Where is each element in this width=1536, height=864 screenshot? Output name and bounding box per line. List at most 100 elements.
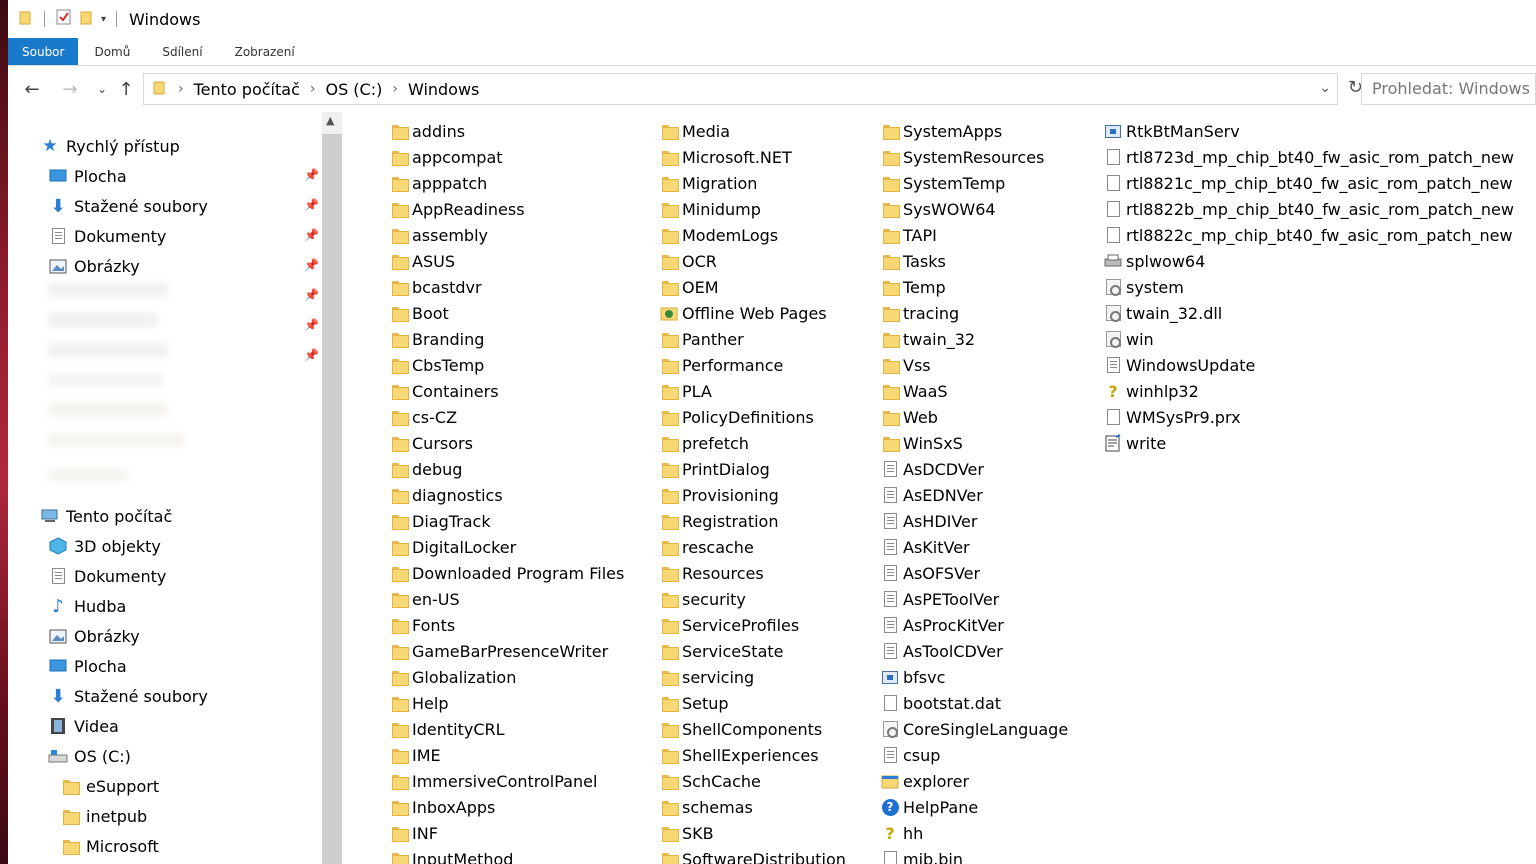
file-item-prefetch[interactable]: prefetch [660, 430, 846, 456]
file-item-pla[interactable]: PLA [660, 378, 846, 404]
search-input[interactable]: Prohledat: Windows [1361, 73, 1536, 105]
file-item-tasks[interactable]: Tasks [881, 248, 1068, 274]
file-item-ashdiver[interactable]: AsHDIVer [881, 508, 1068, 534]
file-item-waas[interactable]: WaaS [881, 378, 1068, 404]
file-item-migration[interactable]: Migration [660, 170, 846, 196]
pin-icon[interactable]: 📌 [304, 288, 319, 302]
file-item-diagtrack[interactable]: DiagTrack [390, 508, 624, 534]
file-item-winhlp32[interactable]: ? winhlp32 [1104, 378, 1514, 404]
file-item-vss[interactable]: Vss [881, 352, 1068, 378]
file-item-bootstat-dat[interactable]: bootstat.dat [881, 690, 1068, 716]
nav-pinned-downloads[interactable]: ⬇ Stažené soubory [48, 193, 207, 219]
nav-documents[interactable]: Dokumenty [48, 563, 166, 589]
breadcrumb-drive-c[interactable]: OS (C:) [325, 80, 382, 99]
file-item-asofsver[interactable]: AsOFSVer [881, 560, 1068, 586]
file-item-ime[interactable]: IME [390, 742, 624, 768]
file-item-modemlogs[interactable]: ModemLogs [660, 222, 846, 248]
file-item-appreadiness[interactable]: AppReadiness [390, 196, 624, 222]
nav-desktop[interactable]: Plocha [48, 653, 127, 679]
nav-music[interactable]: ♪ Hudba [48, 593, 126, 619]
file-item-cs-cz[interactable]: cs-CZ [390, 404, 624, 430]
tab-share[interactable]: Sdílení [146, 38, 218, 65]
file-item-en-us[interactable]: en-US [390, 586, 624, 612]
file-item-cbstemp[interactable]: CbsTemp [390, 352, 624, 378]
file-item-oem[interactable]: OEM [660, 274, 846, 300]
nav-pinned-documents[interactable]: Dokumenty [48, 223, 166, 249]
file-item-mib-bin[interactable]: mib.bin [881, 846, 1068, 864]
chevron-right-icon[interactable]: › [310, 81, 316, 97]
file-item-schcache[interactable]: SchCache [660, 768, 846, 794]
file-item-temp[interactable]: Temp [881, 274, 1068, 300]
file-item-security[interactable]: security [660, 586, 846, 612]
file-item-servicing[interactable]: servicing [660, 664, 846, 690]
file-item-asdcdver[interactable]: AsDCDVer [881, 456, 1068, 482]
properties-icon[interactable] [55, 8, 73, 30]
file-item-performance[interactable]: Performance [660, 352, 846, 378]
file-item-appcompat[interactable]: appcompat [390, 144, 624, 170]
nav-downloads[interactable]: ⬇ Stažené soubory [48, 683, 207, 709]
file-item-servicestate[interactable]: ServiceState [660, 638, 846, 664]
chevron-right-icon[interactable]: › [178, 81, 184, 97]
file-item-syswow64[interactable]: SysWOW64 [881, 196, 1068, 222]
nav-this-pc[interactable]: Tento počítač [40, 503, 172, 529]
nav-3d-objects[interactable]: 3D objekty [48, 533, 161, 559]
file-item-win[interactable]: win [1104, 326, 1514, 352]
file-item-rtl8822c-mp-chip-bt40-fw-asic-rom-patch-new[interactable]: rtl8822c_mp_chip_bt40_fw_asic_rom_patch_… [1104, 222, 1514, 248]
file-item-policydefinitions[interactable]: PolicyDefinitions [660, 404, 846, 430]
scrollbar-thumb[interactable] [322, 134, 342, 864]
file-item-provisioning[interactable]: Provisioning [660, 482, 846, 508]
nav-folder-inetpub[interactable]: inetpub [60, 803, 147, 829]
pin-icon[interactable]: 📌 [304, 318, 319, 332]
tab-view[interactable]: Zobrazení [219, 38, 311, 65]
file-item-addins[interactable]: addins [390, 118, 624, 144]
file-item-twain-32-dll[interactable]: twain_32.dll [1104, 300, 1514, 326]
file-item-fonts[interactable]: Fonts [390, 612, 624, 638]
file-item-debug[interactable]: debug [390, 456, 624, 482]
file-item-microsoft-net[interactable]: Microsoft.NET [660, 144, 846, 170]
file-item-inboxapps[interactable]: InboxApps [390, 794, 624, 820]
file-item-tracing[interactable]: tracing [881, 300, 1068, 326]
file-item-rescache[interactable]: rescache [660, 534, 846, 560]
scroll-up-arrow-icon[interactable]: ▲ [326, 114, 334, 127]
nav-drive-c[interactable]: OS (C:) [48, 743, 131, 769]
nav-scrollbar[interactable]: ▲ [322, 112, 342, 864]
file-item-twain-32[interactable]: twain_32 [881, 326, 1068, 352]
file-item-apppatch[interactable]: apppatch [390, 170, 624, 196]
nav-folder-esupport[interactable]: eSupport [60, 773, 159, 799]
nav-pinned-pictures[interactable]: Obrázky [48, 253, 140, 279]
file-item-askitver[interactable]: AsKitVer [881, 534, 1068, 560]
file-item-web[interactable]: Web [881, 404, 1068, 430]
file-item-tapi[interactable]: TAPI [881, 222, 1068, 248]
breadcrumb-windows[interactable]: Windows [408, 80, 479, 99]
file-item-helppane[interactable]: ? HelpPane [881, 794, 1068, 820]
file-item-cursors[interactable]: Cursors [390, 430, 624, 456]
file-item-schemas[interactable]: schemas [660, 794, 846, 820]
file-item-skb[interactable]: SKB [660, 820, 846, 846]
up-arrow-icon[interactable]: ↑ [112, 75, 140, 103]
file-item-aspetoolver[interactable]: AsPEToolVer [881, 586, 1068, 612]
file-item-offline-web-pages[interactable]: Offline Web Pages [660, 300, 846, 326]
file-item-media[interactable]: Media [660, 118, 846, 144]
file-item-windowsupdate[interactable]: WindowsUpdate [1104, 352, 1514, 378]
file-item-digitallocker[interactable]: DigitalLocker [390, 534, 624, 560]
file-item-globalization[interactable]: Globalization [390, 664, 624, 690]
file-item-assembly[interactable]: assembly [390, 222, 624, 248]
file-item-rtkbtmanserv[interactable]: RtkBtManServ [1104, 118, 1514, 144]
file-item-explorer[interactable]: explorer [881, 768, 1068, 794]
file-item-bcastdvr[interactable]: bcastdvr [390, 274, 624, 300]
pin-icon[interactable]: 📌 [304, 258, 319, 272]
file-item-resources[interactable]: Resources [660, 560, 846, 586]
tab-home[interactable]: Domů [78, 38, 146, 65]
file-item-diagnostics[interactable]: diagnostics [390, 482, 624, 508]
file-item-wmsyspr9-prx[interactable]: WMSysPr9.prx [1104, 404, 1514, 430]
file-item-hh[interactable]: ? hh [881, 820, 1068, 846]
file-item-shellcomponents[interactable]: ShellComponents [660, 716, 846, 742]
nav-pictures[interactable]: Obrázky [48, 623, 140, 649]
file-item-rtl8822b-mp-chip-bt40-fw-asic-rom-patch-new[interactable]: rtl8822b_mp_chip_bt40_fw_asic_rom_patch_… [1104, 196, 1514, 222]
file-item-shellexperiences[interactable]: ShellExperiences [660, 742, 846, 768]
file-item-downloaded-program-files[interactable]: Downloaded Program Files [390, 560, 624, 586]
nav-folder-microsoft[interactable]: Microsoft [60, 833, 159, 859]
file-item-systemtemp[interactable]: SystemTemp [881, 170, 1068, 196]
file-item-inputmethod[interactable]: InputMethod [390, 846, 624, 864]
file-item-csup[interactable]: csup [881, 742, 1068, 768]
